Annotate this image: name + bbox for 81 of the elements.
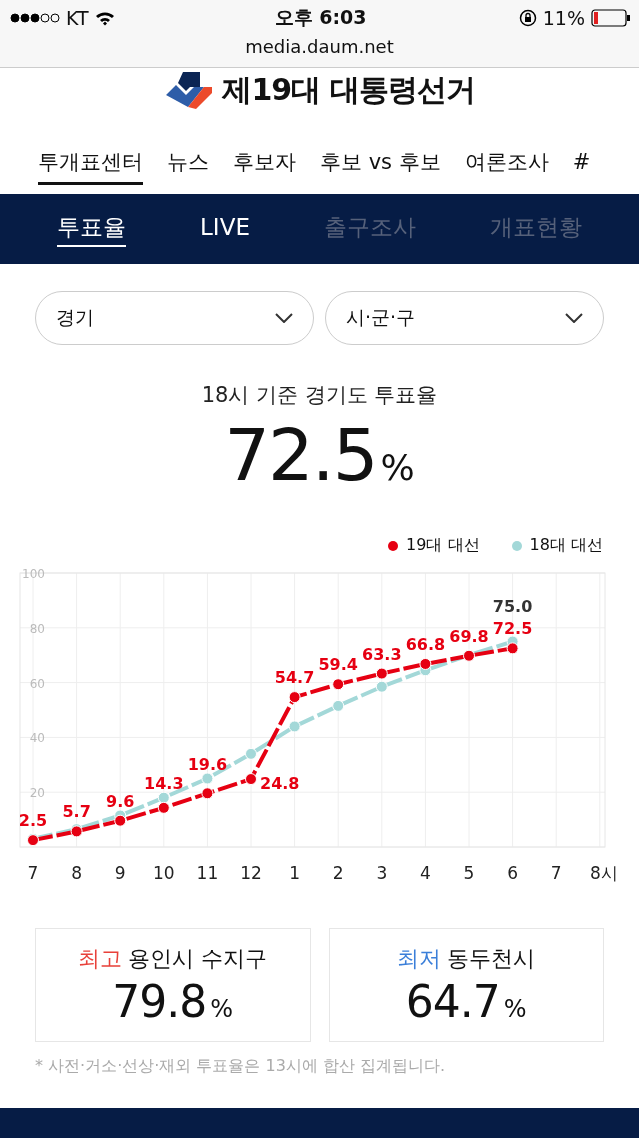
data-point [375, 680, 388, 693]
battery-percent: 11% [542, 7, 585, 29]
x-tick-label: 12 [240, 863, 262, 883]
value-label: 59.4 [318, 655, 358, 675]
x-tick-label: 9 [114, 863, 126, 883]
percent-unit: % [380, 447, 415, 488]
data-point [332, 699, 345, 712]
value-label: 66.8 [405, 634, 446, 654]
x-tick-label: 2 [332, 863, 344, 883]
data-point [332, 678, 345, 691]
nav-tab[interactable]: # [572, 142, 591, 185]
data-point [506, 642, 519, 655]
data-point [157, 791, 170, 804]
site-title: 제19대 대통령선거 [222, 70, 475, 109]
data-point [245, 747, 257, 760]
data-point [419, 657, 432, 670]
data-point [157, 801, 170, 814]
x-tick-label: 6 [507, 863, 518, 883]
value-label: 63.3 [362, 644, 402, 664]
wifi-icon [94, 10, 115, 26]
y-tick-label: 20 [29, 786, 45, 801]
value-label: 19.6 [187, 754, 228, 774]
value-label: 24.8 [260, 774, 300, 794]
region-name: 용인시 수지구 [128, 944, 268, 973]
value-label: 54.7 [274, 668, 315, 688]
x-tick-label: 10 [153, 863, 175, 883]
sub-tab[interactable]: LIVE [200, 214, 250, 244]
value-label: 9.6 [106, 791, 135, 811]
turnout-value: 72.5 [224, 413, 377, 497]
data-point [288, 691, 301, 704]
rotation-lock-icon [518, 9, 537, 27]
nav-tab[interactable]: 후보자 [233, 142, 296, 185]
value-label: 5.7 [62, 802, 91, 822]
legend-label: 18대 대선 [529, 535, 603, 556]
x-tick-label: 7 [550, 863, 562, 883]
turnout-caption: 18시 기준 경기도 투표율 [200, 382, 439, 409]
nav-tab[interactable]: 후보 vs 후보 [320, 142, 441, 185]
y-tick-label: 80 [29, 621, 45, 636]
stat-value: 79.8 [112, 975, 207, 1027]
stat-tag: 최저 [397, 943, 442, 974]
signal-icon [10, 13, 60, 23]
y-tick-label: 60 [29, 676, 45, 691]
legend-label: 19대 대선 [406, 535, 480, 556]
data-point [114, 814, 127, 827]
percent-unit: % [210, 994, 234, 1023]
percent-unit: % [503, 994, 527, 1023]
stat-tag: 최고 [78, 943, 123, 974]
stat-value: 64.7 [405, 975, 500, 1027]
battery-icon [591, 9, 631, 27]
chevron-down-icon [565, 313, 583, 323]
x-tick-label: 4 [420, 863, 431, 883]
nav-tab[interactable]: 여론조사 [464, 142, 549, 185]
data-point [201, 787, 214, 800]
y-tick-label: 40 [29, 731, 45, 746]
carrier: KT [66, 7, 89, 29]
x-tick-label: 11 [196, 863, 219, 883]
chevron-down-icon [275, 313, 293, 323]
nav-tab[interactable]: 투개표센터 [38, 142, 143, 185]
x-tick-label: 7 [27, 863, 39, 883]
logo-icon [164, 71, 215, 109]
url-text[interactable]: media.daum.net [0, 36, 639, 58]
data-point [375, 667, 388, 680]
data-point [201, 772, 214, 785]
data-point [245, 773, 257, 786]
y-tick-label: 100 [22, 567, 45, 581]
sub-tab[interactable]: 투표율 [57, 211, 126, 247]
x-tick-label: 1 [289, 863, 300, 883]
x-tick-label: 5 [463, 863, 475, 883]
x-tick-label: 8시 [589, 863, 618, 883]
region-name: 동두천시 [447, 944, 536, 973]
footnote: * 사전·거소·선상·재외 투표율은 13시에 합산 집계됩니다. [34, 1055, 447, 1077]
value-label: 14.3 [144, 773, 184, 793]
x-tick-label: 8 [71, 863, 82, 883]
nav-tab[interactable]: 뉴스 [167, 142, 209, 185]
status-time: 오후 6:03 [274, 5, 367, 30]
x-tick-label: 3 [376, 863, 388, 883]
value-label: 75.0 [492, 596, 533, 616]
data-point [288, 720, 301, 733]
value-label: 2.5 [18, 811, 48, 831]
value-label: 69.8 [449, 626, 489, 646]
value-label: 72.5 [492, 619, 533, 639]
